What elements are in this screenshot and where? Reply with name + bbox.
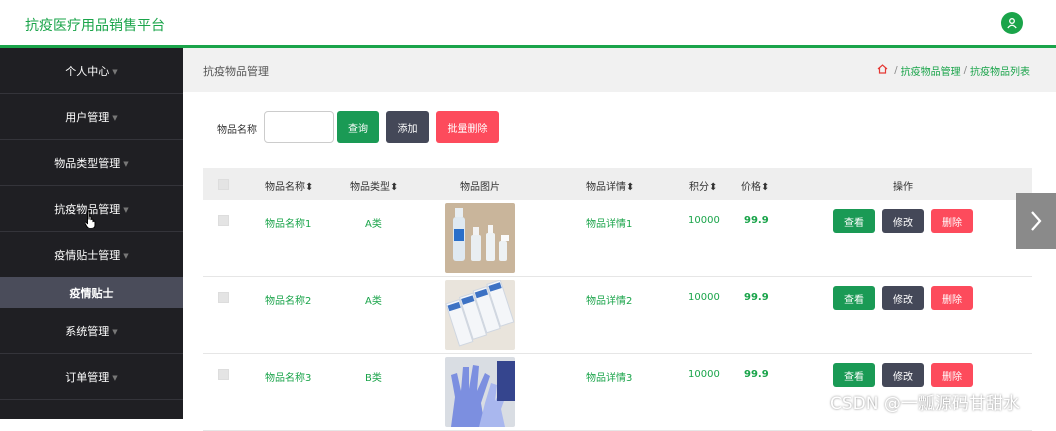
item-detail: 物品详情1 (586, 219, 633, 230)
view-button[interactable]: 查看 (833, 286, 875, 310)
column-header-detail[interactable]: 物品详情⬍ (586, 178, 634, 193)
sidebar-item-label: 用户管理 (65, 110, 110, 124)
delete-button[interactable]: 删除 (931, 209, 973, 233)
sidebar-subitem-tips[interactable]: 疫情贴士 (0, 277, 183, 308)
view-button[interactable]: 查看 (833, 209, 875, 233)
item-price: 99.9 (744, 292, 769, 303)
item-points: 10000 (688, 215, 720, 226)
sidebar-item-label: 系统管理 (65, 324, 110, 338)
item-detail: 物品详情3 (586, 373, 633, 384)
sidebar-item-order-management[interactable]: 订单管理 ▼ (0, 354, 183, 400)
watermark-text: CSDN @一瓢源码甘甜水 (830, 394, 1020, 414)
column-header-points[interactable]: 积分⬍ (689, 178, 717, 193)
chevron-down-icon: ▼ (112, 373, 118, 382)
select-all-checkbox[interactable] (218, 179, 229, 190)
sort-icon: ⬍ (390, 182, 399, 193)
add-button[interactable]: 添加 (386, 111, 429, 143)
sidebar-item-user-management[interactable]: 用户管理 ▼ (0, 94, 183, 140)
chevron-down-icon: ▼ (123, 205, 129, 214)
row-checkbox[interactable] (218, 215, 229, 226)
item-type: A类 (365, 219, 382, 230)
breadcrumb-bar: 抗疫物品管理 / 抗疫物品管理 / 抗疫物品列表 (183, 48, 1056, 92)
chevron-down-icon: ▼ (123, 252, 129, 260)
sidebar-item-label: 订单管理 (65, 370, 110, 384)
breadcrumb-item-management[interactable]: 抗疫物品管理 (901, 63, 961, 78)
sidebar-item-label: 疫情贴士管理 (54, 249, 121, 262)
item-image-masks (445, 280, 515, 350)
search-label: 物品名称 (217, 125, 257, 136)
chevron-down-icon: ▼ (112, 113, 118, 122)
user-avatar-icon[interactable] (1001, 12, 1023, 34)
sidebar: 个人中心 ▼ 用户管理 ▼ 物品类型管理 ▼ 抗疫物品管理 ▼ 疫情贴士管理 ▼ 疫情贴士… (0, 48, 183, 419)
sidebar-item-label: 物品类型管理 (54, 156, 121, 170)
sidebar-item-item-type-management[interactable]: 物品类型管理 ▼ (0, 140, 183, 186)
sidebar-item-label: 个人中心 (65, 64, 110, 78)
delete-button[interactable]: 删除 (931, 286, 973, 310)
breadcrumb-separator: / (894, 65, 898, 76)
query-button[interactable]: 查询 (337, 111, 379, 143)
sidebar-item-system-management[interactable]: 系统管理 ▼ (0, 308, 183, 354)
next-arrow-button[interactable] (1016, 193, 1056, 249)
breadcrumb: / 抗疫物品管理 / 抗疫物品列表 (877, 63, 1030, 78)
table-header: 物品名称⬍ 物品类型⬍ 物品图片 物品详情⬍ 积分⬍ 价格⬍ 操作 (203, 168, 1032, 200)
row-checkbox[interactable] (218, 292, 229, 303)
chevron-down-icon: ▼ (112, 327, 118, 336)
sidebar-item-personal-center[interactable]: 个人中心 ▼ (0, 48, 183, 94)
edit-button[interactable]: 修改 (882, 363, 924, 387)
view-button[interactable]: 查看 (833, 363, 875, 387)
chevron-right-icon (1031, 211, 1042, 231)
hand-cursor-icon (83, 210, 99, 231)
search-input[interactable] (264, 111, 334, 143)
chevron-down-icon: ▼ (112, 67, 118, 76)
sort-icon: ⬍ (305, 182, 314, 193)
column-header-name[interactable]: 物品名称⬍ (265, 178, 313, 193)
breadcrumb-item-list[interactable]: 抗疫物品列表 (970, 63, 1030, 78)
home-icon[interactable] (877, 64, 891, 77)
column-header-actions: 操作 (893, 182, 913, 193)
top-bar: 抗疫医疗用品销售平台 (0, 0, 1056, 48)
sort-icon: ⬍ (709, 182, 718, 193)
edit-button[interactable]: 修改 (882, 286, 924, 310)
item-points: 10000 (688, 292, 720, 303)
sort-icon: ⬍ (761, 182, 770, 193)
sort-icon: ⬍ (626, 182, 635, 193)
table-row: 物品名称2 A类 物品详情2 10000 99.9 查看 修改 删除 (203, 277, 1032, 354)
delete-button[interactable]: 删除 (931, 363, 973, 387)
batch-delete-button[interactable]: 批量删除 (436, 111, 499, 143)
item-type: A类 (365, 296, 382, 307)
item-detail: 物品详情2 (586, 296, 633, 307)
column-header-image: 物品图片 (460, 182, 500, 193)
item-price: 99.9 (744, 215, 769, 226)
item-name: 物品名称1 (265, 219, 312, 230)
page-title: 抗疫物品管理 (203, 65, 269, 78)
column-header-type[interactable]: 物品类型⬍ (350, 178, 398, 193)
item-points: 10000 (688, 369, 720, 380)
chevron-down-icon: ▼ (123, 159, 129, 168)
item-type: B类 (365, 373, 382, 384)
column-header-price[interactable]: 价格⬍ (741, 178, 769, 193)
row-checkbox[interactable] (218, 369, 229, 380)
item-price: 99.9 (744, 369, 769, 380)
item-name: 物品名称2 (265, 296, 312, 307)
item-image-gloves (445, 357, 515, 427)
item-name: 物品名称3 (265, 373, 312, 384)
table-row: 物品名称1 A类 物品详情1 10000 99.9 查看 修改 删除 (203, 200, 1032, 277)
item-image-bottles (445, 203, 515, 273)
sidebar-item-tips-management[interactable]: 疫情贴士管理 ▼ (0, 232, 183, 278)
app-title: 抗疫医疗用品销售平台 (25, 18, 165, 34)
breadcrumb-separator: / (963, 65, 967, 76)
edit-button[interactable]: 修改 (882, 209, 924, 233)
